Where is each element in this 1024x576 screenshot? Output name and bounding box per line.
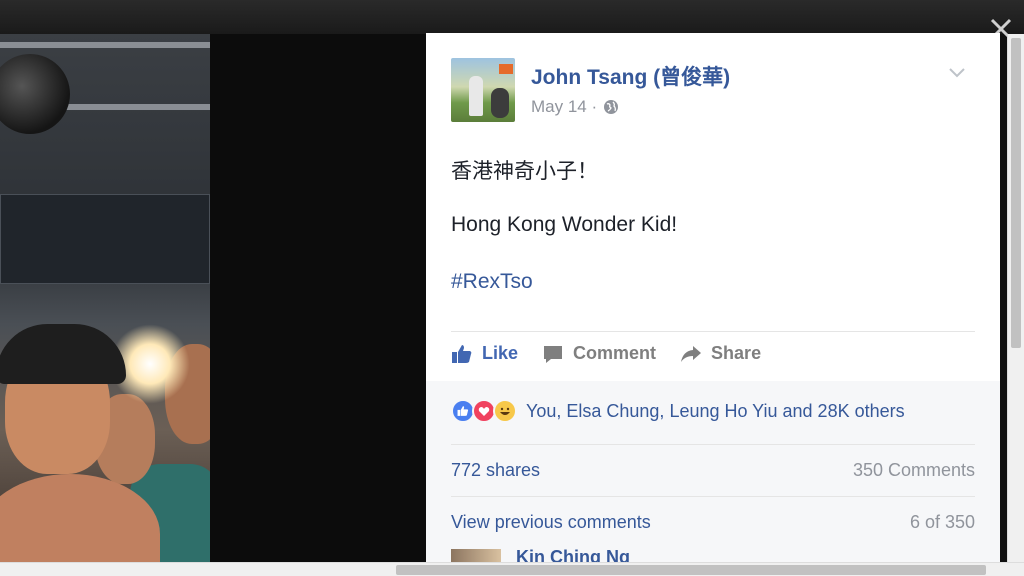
vertical-scrollbar[interactable] <box>1007 34 1024 562</box>
divider <box>451 331 975 332</box>
share-arrow-icon <box>681 345 702 362</box>
chevron-down-icon[interactable] <box>948 67 966 79</box>
post-date[interactable]: May 14 · <box>531 97 597 117</box>
comment-label: Comment <box>573 343 657 363</box>
share-button[interactable]: Share <box>680 343 761 364</box>
post-panel: John Tsang (曾俊華) May 14 · 香港神奇小子！ Hong K… <box>426 33 1000 562</box>
comments-count[interactable]: 350 Comments <box>853 460 975 481</box>
thumbs-up-icon <box>452 344 472 363</box>
arena-panel <box>0 194 210 284</box>
post-text-english: Hong Kong Wonder Kid! <box>451 213 678 236</box>
stage-truss <box>0 42 210 48</box>
horizontal-scrollbar-thumb[interactable] <box>396 565 986 575</box>
globe-icon[interactable] <box>603 99 619 115</box>
comment-button[interactable]: Comment <box>542 343 656 364</box>
avatar-figure <box>491 88 509 118</box>
comments-page-count: 6 of 350 <box>909 512 975 532</box>
like-label: Like <box>482 343 519 363</box>
post-text-chinese: 香港神奇小子！ <box>451 160 598 183</box>
reactions-text[interactable]: You, Elsa Chung, Leung Ho Yiu and 28K ot… <box>526 401 905 422</box>
post-meta: May 14 · <box>531 97 619 117</box>
avatar-figure <box>469 76 483 116</box>
commenter-avatar[interactable] <box>451 549 501 562</box>
vertical-scrollbar-thumb[interactable] <box>1011 38 1021 348</box>
post-photo[interactable] <box>0 34 210 562</box>
view-previous-comments-link[interactable]: View previous comments <box>451 512 651 533</box>
boxing-glove <box>0 54 70 134</box>
like-button[interactable]: Like <box>451 343 518 364</box>
author-name[interactable]: John Tsang (曾俊華) <box>531 61 730 91</box>
avatar-flag <box>499 64 513 74</box>
shares-count[interactable]: 772 shares <box>451 460 540 481</box>
author-avatar[interactable] <box>451 58 515 122</box>
post-actions: Like Comment Share <box>451 343 761 364</box>
reactions-comments-area: You, Elsa Chung, Leung Ho Yiu and 28K ot… <box>426 381 1000 562</box>
photo-backdrop <box>210 34 426 562</box>
haha-reaction-icon <box>493 399 517 423</box>
divider <box>451 444 975 445</box>
share-label: Share <box>711 343 762 363</box>
hashtag-link[interactable]: #RexTso <box>451 270 533 294</box>
horizontal-scrollbar[interactable] <box>0 562 1024 576</box>
reactions-summary[interactable]: You, Elsa Chung, Leung Ho Yiu and 28K ot… <box>451 399 905 423</box>
background-page-strip <box>0 0 1024 34</box>
boxer-cap <box>0 324 126 384</box>
divider <box>451 496 975 497</box>
comment-icon <box>544 345 563 363</box>
commenter-name[interactable]: Kin Ching Ng <box>516 547 630 562</box>
